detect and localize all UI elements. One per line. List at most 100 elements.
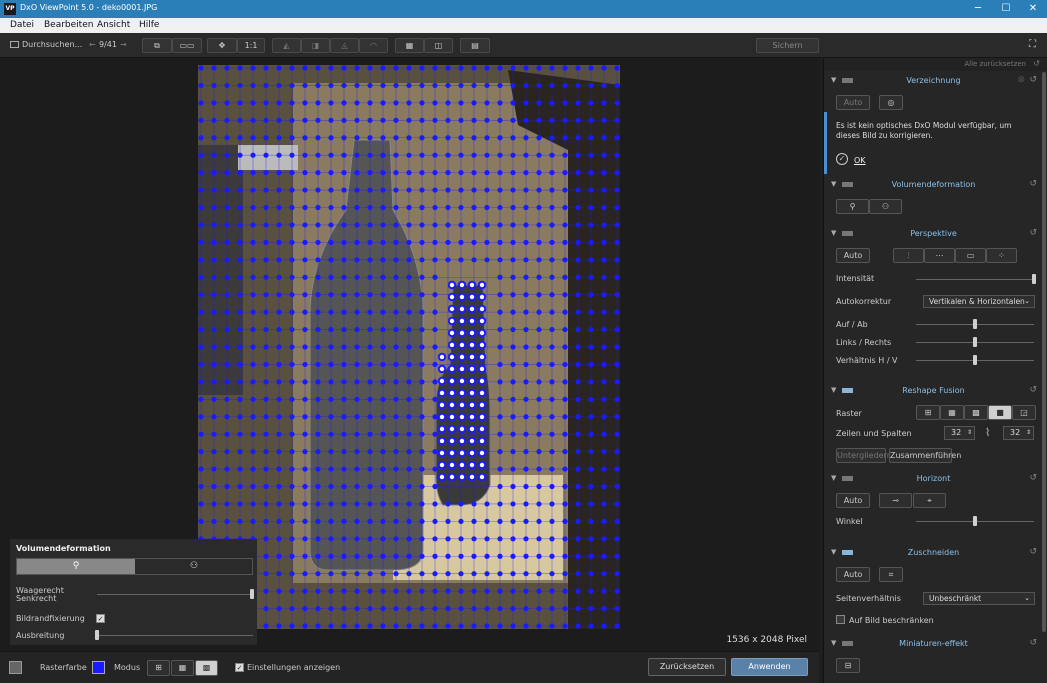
grid-control-point[interactable] bbox=[588, 187, 594, 193]
minimize-button[interactable]: ─ bbox=[964, 1, 992, 17]
grid-control-point[interactable] bbox=[562, 414, 568, 420]
grid-control-point[interactable] bbox=[237, 414, 243, 420]
grid-control-point[interactable] bbox=[523, 309, 529, 315]
grid-control-point[interactable] bbox=[328, 571, 334, 577]
grid-control-point[interactable] bbox=[341, 152, 347, 158]
grid-selected-point[interactable] bbox=[447, 316, 457, 326]
grid-control-point[interactable] bbox=[380, 518, 386, 524]
grid-control-point[interactable] bbox=[614, 135, 620, 141]
grid-control-point[interactable] bbox=[367, 309, 373, 315]
grid-control-point[interactable] bbox=[510, 518, 516, 524]
grid-control-point[interactable] bbox=[406, 222, 412, 228]
grid-control-point[interactable] bbox=[445, 100, 451, 106]
grid-control-point[interactable] bbox=[198, 274, 204, 280]
grid-control-point[interactable] bbox=[315, 100, 321, 106]
grid-control-point[interactable] bbox=[276, 344, 282, 350]
grid-control-point[interactable] bbox=[211, 501, 217, 507]
grid-control-point[interactable] bbox=[354, 588, 360, 594]
grid-control-point[interactable] bbox=[237, 65, 243, 71]
collapse-icon[interactable]: ▼ bbox=[831, 76, 836, 84]
grid-control-point[interactable] bbox=[562, 536, 568, 542]
grid-control-point[interactable] bbox=[575, 204, 581, 211]
grid-control-point[interactable] bbox=[367, 326, 373, 333]
grid-selected-point[interactable] bbox=[447, 424, 457, 434]
grid-control-point[interactable] bbox=[588, 605, 594, 612]
grid-control-point[interactable] bbox=[588, 431, 594, 437]
grid-control-point[interactable] bbox=[380, 152, 386, 158]
grid-control-point[interactable] bbox=[406, 605, 412, 612]
grid-control-point[interactable] bbox=[471, 518, 477, 524]
grid-control-point[interactable] bbox=[497, 292, 503, 298]
grid-control-point[interactable] bbox=[393, 449, 399, 455]
grid-control-point[interactable] bbox=[276, 204, 282, 211]
grid-control-point[interactable] bbox=[380, 65, 386, 71]
grid-control-point[interactable] bbox=[432, 501, 438, 507]
link-icon[interactable]: ⌇ bbox=[985, 426, 990, 439]
grid-control-point[interactable] bbox=[406, 553, 412, 559]
grid-control-point[interactable] bbox=[419, 135, 425, 141]
grid-control-point[interactable] bbox=[341, 326, 347, 333]
grid-control-point[interactable] bbox=[263, 82, 269, 89]
grid-control-point[interactable] bbox=[497, 588, 503, 594]
grid-control-point[interactable] bbox=[601, 204, 607, 211]
grid-control-point[interactable] bbox=[211, 414, 217, 420]
grid-control-point[interactable] bbox=[315, 588, 321, 594]
grid-control-point[interactable] bbox=[367, 605, 373, 612]
grid-control-point[interactable] bbox=[601, 379, 607, 385]
grid-control-point[interactable] bbox=[250, 65, 256, 71]
grid-control-point[interactable] bbox=[575, 605, 581, 612]
grid-control-point[interactable] bbox=[510, 623, 516, 629]
grid-control-point[interactable] bbox=[198, 292, 204, 298]
grid-control-point[interactable] bbox=[549, 82, 555, 89]
grid-control-point[interactable] bbox=[302, 222, 308, 228]
grid-control-point[interactable] bbox=[354, 170, 360, 176]
grid-selected-point[interactable] bbox=[467, 364, 477, 374]
grid-control-point[interactable] bbox=[419, 605, 425, 612]
grid-control-point[interactable] bbox=[419, 449, 425, 455]
grid-control-point[interactable] bbox=[562, 501, 568, 507]
grid-control-point[interactable] bbox=[562, 222, 568, 228]
grid-control-point[interactable] bbox=[198, 501, 204, 507]
grid-control-point[interactable] bbox=[614, 344, 620, 350]
grid-selected-point[interactable] bbox=[447, 448, 457, 458]
grid-control-point[interactable] bbox=[276, 326, 282, 333]
grid-control-point[interactable] bbox=[328, 65, 334, 71]
grid-control-point[interactable] bbox=[406, 204, 412, 211]
grid-control-point[interactable] bbox=[419, 100, 425, 106]
grid-control-point[interactable] bbox=[289, 414, 295, 420]
grid-control-point[interactable] bbox=[536, 449, 542, 455]
grid-control-point[interactable] bbox=[289, 379, 295, 385]
grid-selected-point[interactable] bbox=[447, 292, 457, 302]
grid-control-point[interactable] bbox=[601, 553, 607, 559]
grid-control-point[interactable] bbox=[393, 292, 399, 298]
grid-control-point[interactable] bbox=[432, 553, 438, 559]
grid-control-point[interactable] bbox=[471, 501, 477, 507]
horizontal-lines-icon[interactable]: ⋯ bbox=[924, 248, 955, 263]
grid-control-point[interactable] bbox=[302, 344, 308, 350]
grid-control-point[interactable] bbox=[250, 82, 256, 89]
grid-control-point[interactable] bbox=[549, 623, 555, 629]
grid-control-point[interactable] bbox=[575, 257, 581, 263]
grid-control-point[interactable] bbox=[562, 605, 568, 612]
grid-control-point[interactable] bbox=[562, 361, 568, 368]
grid-control-point[interactable] bbox=[263, 588, 269, 594]
grid-control-point[interactable] bbox=[510, 536, 516, 542]
grid-control-point[interactable] bbox=[614, 292, 620, 298]
intensity-slider-track[interactable] bbox=[916, 279, 1034, 280]
grid-control-point[interactable] bbox=[419, 414, 425, 420]
grid-selected-point[interactable] bbox=[437, 460, 447, 470]
grid-control-point[interactable] bbox=[224, 222, 230, 228]
grid-control-point[interactable] bbox=[263, 117, 269, 123]
grid-control-point[interactable] bbox=[328, 117, 334, 123]
grid-control-point[interactable] bbox=[432, 623, 438, 629]
grid-control-point[interactable] bbox=[406, 414, 412, 420]
grid-control-point[interactable] bbox=[302, 82, 308, 89]
grid-selected-point[interactable] bbox=[457, 292, 467, 302]
grid-control-point[interactable] bbox=[432, 274, 438, 280]
aspect-dropdown[interactable]: Unbeschränkt ⌄ bbox=[923, 592, 1035, 605]
grid-selected-point[interactable] bbox=[437, 412, 447, 422]
grid-control-point[interactable] bbox=[484, 553, 490, 559]
grid-control-point[interactable] bbox=[562, 100, 568, 106]
grid-control-point[interactable] bbox=[497, 204, 503, 211]
grid-control-point[interactable] bbox=[536, 518, 542, 524]
